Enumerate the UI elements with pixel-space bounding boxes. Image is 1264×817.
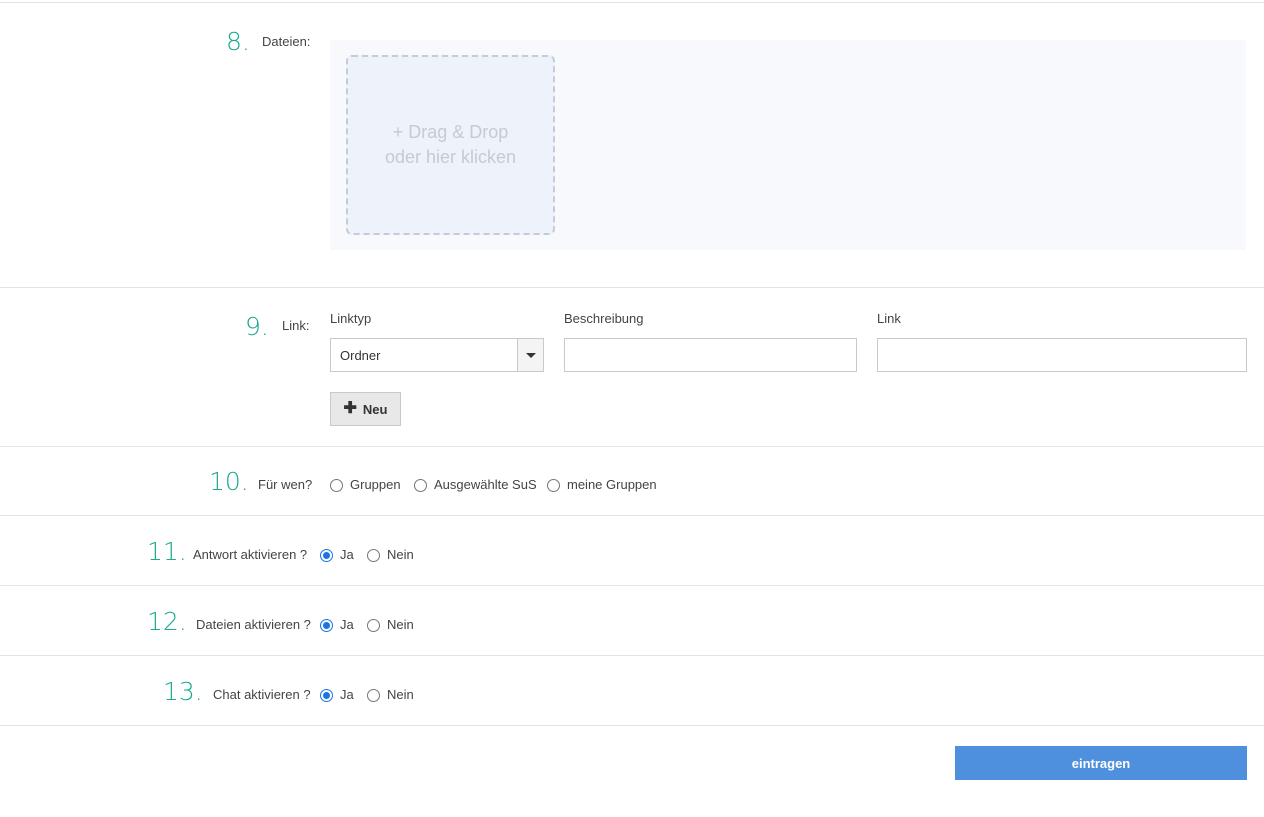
divider [0,446,1264,447]
audience-option-label: meine Gruppen [567,477,657,492]
link-label: Link: [282,318,310,333]
add-link-button[interactable]: ✚ Neu [330,392,401,426]
step-number: 11. [147,537,187,566]
divider [0,515,1264,516]
chat-no-label: Nein [387,687,414,702]
step-number: 9. [245,312,269,341]
step-number: 12. [147,607,187,636]
files-enable-radio-yes[interactable] [320,619,333,632]
files-enable-radio-no[interactable] [367,619,380,632]
divider [0,725,1264,726]
submit-button[interactable]: eintragen [955,746,1247,780]
audience-radio-gruppen[interactable] [330,479,343,492]
chat-radio-no[interactable] [367,689,380,702]
link-description-header: Beschreibung [564,311,644,326]
answer-no-label: Nein [387,547,414,562]
files-enable-no-label: Nein [387,617,414,632]
audience-option-label: Gruppen [350,477,401,492]
link-url-header: Link [877,311,901,326]
files-enable-label: Dateien aktivieren ? [196,617,311,632]
step-number: 8. [226,27,250,56]
link-type-select[interactable]: Ordner [330,338,544,372]
divider [0,585,1264,586]
files-label: Dateien: [262,34,311,49]
dropzone-text-line2: oder hier klicken [384,147,517,167]
step-number: 13. [163,677,203,706]
add-link-label: Neu [362,401,388,417]
answer-yes-label: Ja [340,547,354,562]
audience-option-label: Ausgewählte SuS [434,477,537,492]
step-number: 10. [209,467,249,496]
link-type-header: Linktyp [330,311,372,326]
audience-label: Für wen? [258,477,313,492]
answer-radio-no[interactable] [367,549,380,562]
audience-radio-ausgewaehlte-sus[interactable] [414,479,427,492]
file-dropzone[interactable]: + Drag & Drop oder hier klicken [346,55,555,235]
link-description-input[interactable] [564,338,857,372]
chat-radio-yes[interactable] [320,689,333,702]
audience-radio-meine-gruppen[interactable] [547,479,560,492]
files-enable-yes-label: Ja [340,617,354,632]
chat-label: Chat aktivieren ? [213,687,311,702]
chat-yes-label: Ja [340,687,354,702]
answer-radio-yes[interactable] [320,549,333,562]
answer-label: Antwort aktivieren ? [193,547,308,562]
link-type-value: Ordner [340,348,381,363]
chevron-down-icon[interactable] [517,339,543,371]
dropzone-text-line1: + Drag & Drop [392,122,509,142]
link-url-input[interactable] [877,338,1247,372]
plus-icon: ✚ [343,400,357,417]
divider [0,655,1264,656]
divider [0,287,1264,288]
divider [0,2,1264,3]
